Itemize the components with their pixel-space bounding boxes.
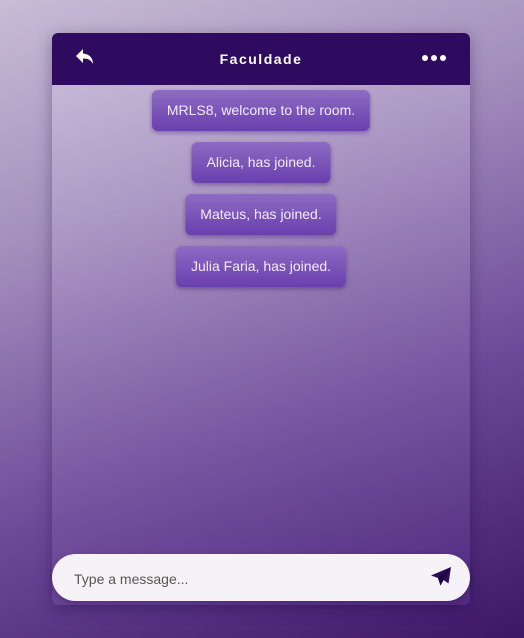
system-message: Julia Faria, has joined.	[175, 246, 347, 287]
more-dot-icon	[440, 55, 446, 61]
more-dot-icon	[431, 55, 437, 61]
send-button[interactable]	[430, 566, 452, 588]
system-message: MRLS8, welcome to the room.	[151, 90, 371, 131]
chat-window: Faculdade MRLS8, welcome to the room. Al…	[52, 33, 470, 605]
reply-arrow-icon	[76, 49, 93, 64]
room-title: Faculdade	[219, 51, 303, 67]
more-dot-icon	[422, 55, 428, 61]
message-composer	[52, 554, 470, 603]
system-message: Mateus, has joined.	[185, 194, 337, 235]
back-button[interactable]	[74, 47, 98, 69]
message-input[interactable]	[72, 554, 416, 603]
chat-header: Faculdade	[52, 33, 470, 85]
system-message: Alicia, has joined.	[191, 142, 331, 183]
paper-plane-icon	[431, 567, 451, 586]
more-options-button[interactable]	[422, 51, 446, 65]
